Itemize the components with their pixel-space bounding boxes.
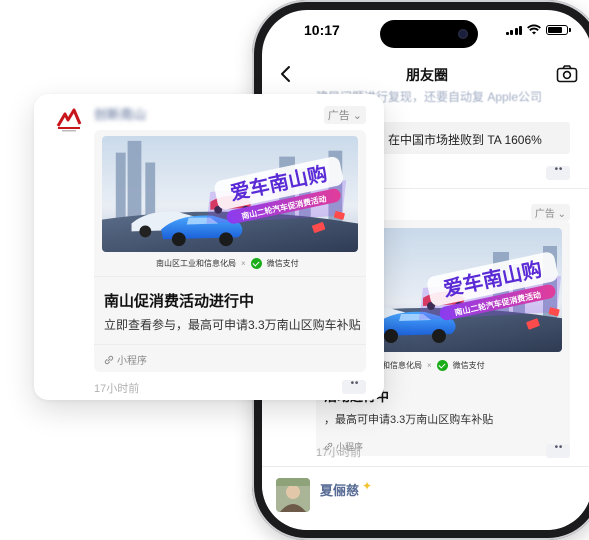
- banner-illustration: 爱车南山购 南山二轮汽车促消费活动: [102, 136, 358, 252]
- mini-program-row[interactable]: 小程序: [104, 352, 147, 367]
- avatar[interactable]: [276, 478, 310, 512]
- ad-description: 立即查看参与，最高可申请3.3万南山区购车补贴: [104, 318, 361, 332]
- chevron-down-icon: ⌄: [557, 209, 566, 220]
- ad-source-separator: ×: [427, 361, 432, 370]
- page-title: 朋友圈: [406, 67, 448, 83]
- more-icon[interactable]: [546, 164, 570, 180]
- status-time: 10:17: [304, 22, 340, 38]
- wechat-pay-icon: [436, 360, 448, 371]
- ad-source-org: 南山区工业和信息化局: [156, 259, 236, 268]
- card-divider: [94, 276, 366, 277]
- ad-banner-image[interactable]: 爱车南山购 南山二轮汽车促消费活动: [102, 136, 358, 252]
- link-icon: [104, 355, 114, 364]
- more-icon[interactable]: [546, 442, 570, 458]
- ad-source-pay: 微信支付: [452, 361, 485, 370]
- ad-tag[interactable]: 广告 ⌄: [323, 106, 366, 124]
- ad-source-separator: ×: [241, 259, 246, 268]
- nav-bar: 朋友圈: [262, 56, 589, 92]
- user-name[interactable]: 夏俪慈: [320, 480, 359, 499]
- mini-program-label: 小程序: [117, 356, 147, 367]
- front-camera-icon: [458, 29, 468, 39]
- ad-tag[interactable]: 广告 ⌄: [530, 204, 570, 221]
- wifi-icon: [527, 24, 541, 35]
- brand-logo-icon: [56, 108, 82, 132]
- chevron-down-icon: ⌄: [352, 110, 362, 122]
- zoomed-ad-post[interactable]: 创新南山 广告 ⌄ 爱车南山购 南山二轮汽车促消费活动 南山区工业和信息化局 ×…: [34, 94, 384, 400]
- ad-source-row: 南山区工业和信息化局 × 微信支付: [156, 258, 299, 269]
- dynamic-island: [380, 20, 478, 48]
- ad-card[interactable]: 爱车南山购 南山二轮汽车促消费活动 南山区工业和信息化局 × 微信支付 南山促消…: [94, 130, 366, 372]
- post-time: 17小时前: [94, 383, 140, 395]
- link-card-title: 在中国市场挫败到 TA 1606%: [388, 133, 542, 147]
- brand-name[interactable]: 创新南山: [94, 104, 146, 123]
- post-divider: [262, 466, 589, 467]
- more-icon[interactable]: [342, 378, 366, 394]
- ad-tag-label: 广告: [534, 209, 555, 220]
- star-emoji-icon: ✦: [362, 479, 373, 493]
- status-bar: 10:17: [262, 10, 589, 54]
- battery-icon: [546, 24, 571, 35]
- ad-description: ，最高可申请3.3万南山区购车补贴: [324, 414, 494, 426]
- status-icons: [505, 24, 571, 35]
- card-divider: [94, 344, 366, 345]
- wechat-pay-icon: [250, 258, 262, 269]
- ad-title[interactable]: 南山促消费活动进行中: [104, 290, 254, 311]
- camera-icon[interactable]: [556, 64, 578, 84]
- signal-icon: [505, 25, 522, 35]
- post-time: 17小时前: [316, 447, 362, 459]
- ad-source-pay: 微信支付: [266, 259, 299, 268]
- ad-tag-label: 广告: [327, 110, 350, 122]
